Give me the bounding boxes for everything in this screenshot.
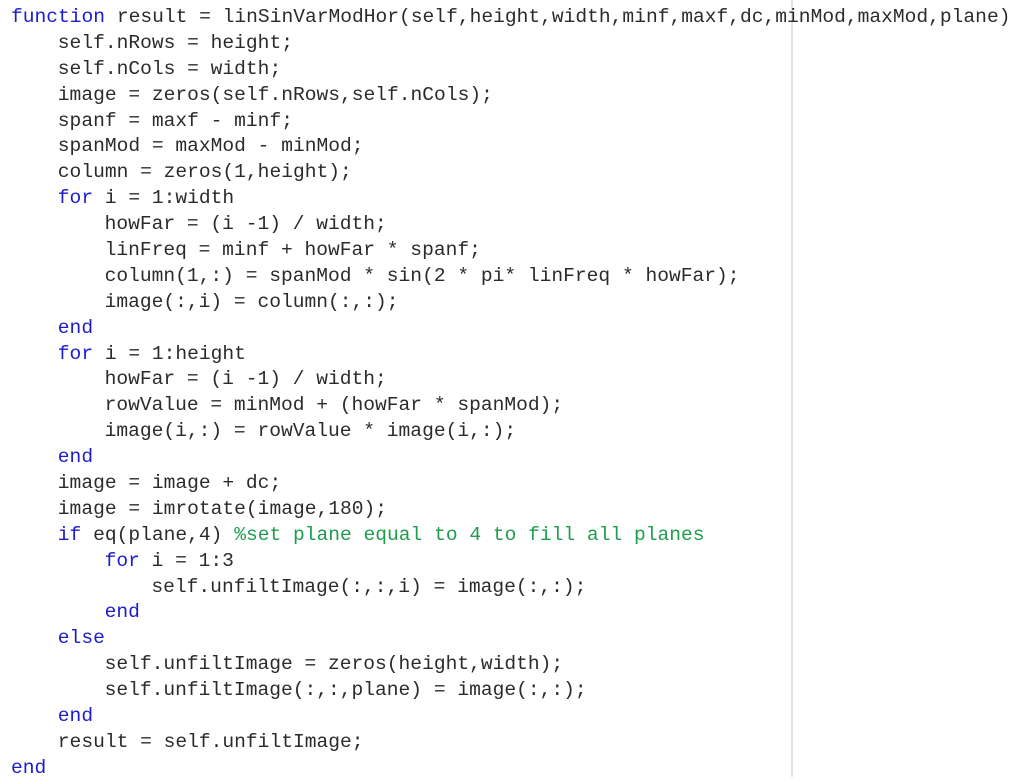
code-line[interactable]: column = zeros(1,height); — [0, 160, 1010, 186]
code-line[interactable]: spanf = maxf - minf; — [0, 109, 1010, 135]
code-editor-pane[interactable]: function result = linSinVarModHor(self,h… — [0, 0, 1024, 781]
code-token-plain: self.unfiltImage = zeros(height,width); — [104, 653, 564, 676]
code-token-keyword: else — [57, 627, 105, 650]
code-token-keyword: end — [104, 601, 140, 624]
code-line[interactable]: self.nRows = height; — [0, 31, 1010, 57]
code-token-plain: column = zeros(1,height); — [57, 161, 352, 184]
code-line[interactable]: image = zeros(self.nRows,self.nCols); — [0, 83, 1010, 109]
code-line[interactable]: image(:,i) = column(:,:); — [0, 290, 1010, 316]
code-token-plain: eq(plane,4) — [81, 523, 235, 546]
source-code-listing[interactable]: function result = linSinVarModHor(self,h… — [0, 0, 1010, 781]
code-token-plain: spanMod = maxMod - minMod; — [57, 135, 364, 158]
code-token-plain: linFreq = minf + howFar * spanf; — [104, 239, 481, 262]
code-line[interactable]: image(i,:) = rowValue * image(i,:); — [0, 419, 1010, 445]
code-line[interactable]: howFar = (i -1) / width; — [0, 212, 1010, 238]
code-token-comment: %set plane equal to 4 to fill all planes — [234, 523, 705, 546]
code-token-keyword: function — [11, 6, 106, 28]
code-token-plain: i = 1:width — [93, 187, 235, 210]
code-line[interactable]: self.nCols = width; — [0, 57, 1010, 83]
code-line[interactable]: if eq(plane,4) %set plane equal to 4 to … — [0, 523, 1010, 549]
code-token-keyword: for — [57, 187, 94, 210]
code-line[interactable]: linFreq = minf + howFar * spanf; — [0, 238, 1010, 264]
code-token-plain: self.unfiltImage(:,:,i) = image(:,:); — [151, 575, 587, 598]
code-line[interactable]: rowValue = minMod + (howFar * spanMod); — [0, 393, 1010, 419]
code-token-plain: self.nCols = width; — [57, 57, 282, 80]
code-line[interactable]: else — [0, 626, 1010, 652]
code-token-plain: spanf = maxf - minf; — [57, 109, 293, 132]
code-token-keyword: if — [57, 523, 82, 546]
code-line[interactable]: for i = 1:height — [0, 342, 1010, 368]
code-token-plain: image = image + dc; — [57, 472, 282, 495]
code-token-plain: i = 1:height — [93, 342, 246, 365]
code-line[interactable]: spanMod = maxMod - minMod; — [0, 134, 1010, 160]
code-token-keyword: end — [11, 756, 47, 779]
code-token-plain: i = 1:3 — [139, 549, 234, 572]
code-line[interactable]: image = imrotate(image,180); — [0, 497, 1010, 523]
code-line[interactable]: for i = 1:3 — [0, 549, 1010, 575]
code-line[interactable]: end — [0, 445, 1010, 471]
code-token-plain: self.unfiltImage(:,:,plane) = image(:,:)… — [104, 679, 587, 702]
code-line[interactable]: end — [0, 704, 1010, 730]
code-line[interactable]: self.unfiltImage = zeros(height,width); — [0, 652, 1010, 678]
code-token-plain: image = zeros(self.nRows,self.nCols); — [57, 83, 493, 106]
code-line[interactable]: end — [0, 756, 1010, 781]
code-token-plain: self.nRows = height; — [57, 31, 293, 54]
code-token-plain: column(1,:) = spanMod * sin(2 * pi* linF… — [104, 264, 740, 287]
code-token-keyword: end — [57, 705, 94, 728]
code-token-plain: howFar = (i -1) / width; — [104, 368, 387, 391]
code-token-keyword: end — [57, 446, 94, 469]
code-line[interactable]: image = image + dc; — [0, 471, 1010, 497]
code-token-keyword: end — [57, 316, 94, 339]
code-token-plain: image(:,i) = column(:,:); — [104, 290, 399, 313]
code-line[interactable]: howFar = (i -1) / width; — [0, 367, 1010, 393]
code-token-plain: image = imrotate(image,180); — [57, 497, 388, 520]
code-token-plain: rowValue = minMod + (howFar * spanMod); — [104, 394, 564, 417]
code-line[interactable]: result = self.unfiltImage; — [0, 730, 1010, 756]
code-line[interactable]: self.unfiltImage(:,:,plane) = image(:,:)… — [0, 678, 1010, 704]
code-line[interactable]: end — [0, 316, 1010, 342]
code-token-keyword: for — [57, 342, 94, 365]
code-line[interactable]: for i = 1:width — [0, 186, 1010, 212]
code-token-keyword: for — [104, 549, 140, 572]
code-token-plain: result = linSinVarModHor(self,height,wid… — [105, 6, 1011, 28]
code-line[interactable]: function result = linSinVarModHor(self,h… — [0, 5, 1010, 31]
code-token-plain: howFar = (i -1) / width; — [104, 213, 387, 236]
code-line[interactable]: end — [0, 600, 1010, 626]
code-token-plain: result = self.unfiltImage; — [57, 730, 364, 753]
code-line[interactable]: self.unfiltImage(:,:,i) = image(:,:); — [0, 575, 1010, 601]
code-line[interactable]: column(1,:) = spanMod * sin(2 * pi* linF… — [0, 264, 1010, 290]
code-token-plain: image(i,:) = rowValue * image(i,:); — [104, 420, 517, 443]
